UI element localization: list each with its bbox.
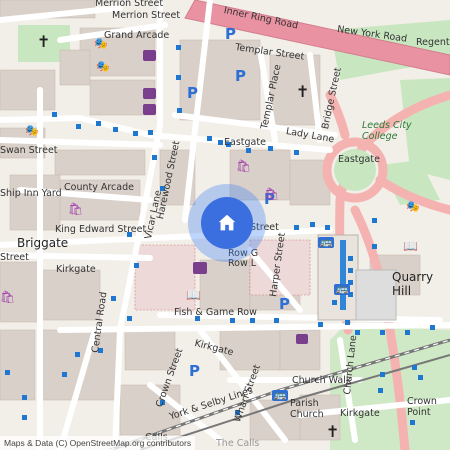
- label-kirkgate: Kirkgate: [56, 264, 96, 275]
- parking-icon[interactable]: P: [187, 84, 198, 102]
- label-kirkgate-3: Kirkgate: [340, 408, 380, 419]
- label-king-edward-street: King Edward Street: [55, 224, 147, 235]
- map-attribution[interactable]: Maps & Data (C) OpenStreetMap.org contri…: [0, 436, 196, 450]
- bus-icon: 🚌: [318, 237, 335, 248]
- library-icon: 📖: [403, 239, 418, 253]
- theatre-icon: 🎭: [96, 60, 110, 73]
- label-ship-inn-yard: Ship Inn Yard: [0, 188, 62, 199]
- parking-icon[interactable]: P: [279, 295, 290, 313]
- library-icon: 📖: [186, 288, 201, 302]
- label-regent-street: Regent Street: [416, 37, 450, 48]
- label-merrion-street-top: Merrion Street: [95, 0, 164, 9]
- church-icon: ✝: [326, 422, 340, 441]
- parking-icon[interactable]: P: [189, 362, 200, 380]
- bus-icon: 🚌: [272, 390, 289, 401]
- location-marker[interactable]: [201, 197, 253, 249]
- church-icon: ✝: [37, 32, 51, 51]
- label-merrion-street: Merrion Street: [112, 10, 181, 21]
- label-parish-church: Parish Church: [290, 398, 324, 420]
- parking-icon[interactable]: P: [235, 67, 246, 85]
- label-street-left: Street: [0, 252, 29, 263]
- parking-icon[interactable]: P: [225, 25, 236, 43]
- home-icon: [218, 214, 236, 231]
- label-eastgate-2: Eastgate: [338, 154, 380, 165]
- church-icon: ✝: [296, 82, 310, 101]
- map-view[interactable]: Merrion Street Merrion Street Grand Arca…: [0, 0, 450, 450]
- label-eastgate: Eastgate: [224, 137, 266, 148]
- shop-icon: 🛍: [68, 202, 84, 216]
- label-crown-point: Crown Point: [407, 396, 437, 418]
- shop-icon: 🛍: [236, 159, 252, 173]
- shop-icon: 🛍: [0, 290, 16, 304]
- label-the-calls: The Calls: [216, 438, 260, 449]
- theatre-icon: 🎭: [94, 37, 108, 50]
- bus-icon: 🚌: [334, 284, 351, 295]
- label-grand-arcade: Grand Arcade: [104, 30, 170, 41]
- label-swan-street: Swan Street: [0, 145, 58, 156]
- label-quarry-hill: Quarry Hill: [392, 270, 434, 298]
- theatre-icon: 🎭: [25, 124, 39, 137]
- label-leeds-city-college: Leeds City College: [362, 120, 412, 142]
- label-fish-game-row: Fish & Game Row: [174, 307, 257, 318]
- shop-icon: 🛍: [264, 187, 280, 201]
- label-briggate: Briggate: [17, 236, 69, 250]
- theatre-icon: 🎭: [406, 200, 420, 213]
- label-county-arcade: County Arcade: [64, 182, 134, 193]
